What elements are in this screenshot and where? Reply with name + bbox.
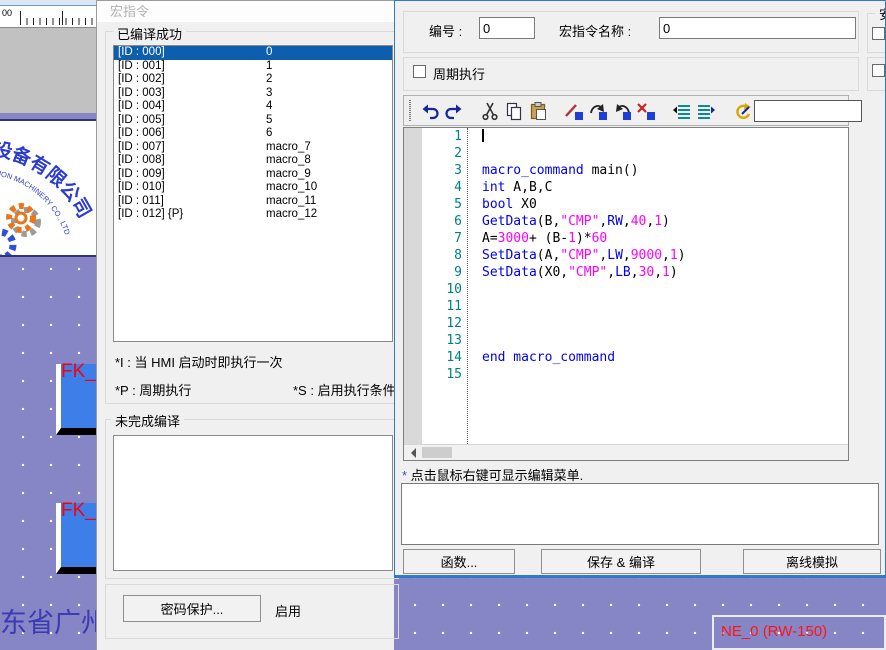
paste-icon[interactable] <box>526 100 550 122</box>
macro-list-item[interactable]: [ID : 001]1 <box>114 60 392 74</box>
macro-id-label: 编号 : <box>429 21 462 40</box>
macro-wizard-icon[interactable] <box>730 100 754 122</box>
toggle-bookmark-icon[interactable] <box>562 100 586 122</box>
macro-list-item[interactable]: [ID : 000]0 <box>114 46 392 60</box>
macro-list-item[interactable]: [ID : 010]macro_10 <box>114 181 392 195</box>
indent-icon[interactable] <box>694 100 718 122</box>
note-condition: *S : 启用执行条件 <box>293 380 396 399</box>
ruler-label: 00 <box>2 8 12 18</box>
ruler-ticks <box>20 18 96 25</box>
security-checkbox-2[interactable] <box>872 64 885 77</box>
failed-macro-list[interactable] <box>113 435 393 571</box>
code-line: 11 <box>404 298 848 315</box>
macro-editor-dialog: 编号 : 宏指令名称 : 安 周期执行 <box>394 0 886 578</box>
code-line: 3macro_command main() <box>404 162 848 179</box>
macro-list-item[interactable]: [ID : 005]5 <box>114 114 392 128</box>
code-line: 15 <box>404 366 848 383</box>
macro-name-input[interactable] <box>659 17 856 39</box>
macro-list-item[interactable]: [ID : 007]macro_7 <box>114 141 392 155</box>
scroll-left-arrow[interactable] <box>404 445 421 460</box>
code-line: 6GetData(B,"CMP",RW,40,1) <box>404 213 848 230</box>
scrollbar-thumb[interactable] <box>422 447 452 458</box>
numeric-object-ne0[interactable]: NE_0 (RW-150) <box>712 615 886 650</box>
toolbar-search-input[interactable] <box>754 100 862 122</box>
right-click-hint: * 点击鼠标右键可显示编辑菜单. <box>402 465 583 484</box>
clear-bookmarks-icon[interactable] <box>634 100 658 122</box>
canvas-outside-area <box>0 28 96 113</box>
code-line: 1 <box>404 128 848 145</box>
macro-list-dialog: 宏指令 已编译成功 [ID : 000]0[ID : 001]1[ID : 00… <box>96 0 394 650</box>
macro-list-item[interactable]: [ID : 009]macro_9 <box>114 168 392 182</box>
ruler-major-tick <box>20 11 21 25</box>
macro-list-item[interactable]: [ID : 004]4 <box>114 100 392 114</box>
undo-icon[interactable] <box>418 100 442 122</box>
screen: 00 设备有限公司 TION MACHINERY CO., LTD <box>0 0 886 650</box>
code-line: 10 <box>404 281 848 298</box>
note-periodic: *P : 周期执行 <box>115 380 191 399</box>
editor-toolbar <box>403 95 849 126</box>
ruler-major-tick <box>62 11 63 25</box>
macro-id-input[interactable] <box>479 17 535 39</box>
cut-icon[interactable] <box>478 100 502 122</box>
company-logo-object[interactable]: 设备有限公司 TION MACHINERY CO., LTD <box>0 119 96 257</box>
code-line: 7A=3000+ (B-1)*60 <box>404 230 848 247</box>
security-checkbox[interactable] <box>872 27 885 40</box>
failed-group-label: 未完成编译 <box>111 411 184 430</box>
compiled-group-label: 已编译成功 <box>113 24 186 43</box>
password-status: 启用 <box>275 601 301 620</box>
code-line: 12 <box>404 315 848 332</box>
code-line: 4int A,B,C <box>404 179 848 196</box>
copy-icon[interactable] <box>502 100 526 122</box>
macro-name-label: 宏指令名称 : <box>559 21 631 40</box>
macro-list-item[interactable]: [ID : 002]2 <box>114 73 392 87</box>
compiled-macro-list[interactable]: [ID : 000]0[ID : 001]1[ID : 002]2[ID : 0… <box>113 45 393 342</box>
code-line: 13 <box>404 332 848 349</box>
horizontal-scrollbar[interactable] <box>404 444 848 460</box>
periodic-checkbox-label: 周期执行 <box>433 64 485 83</box>
security-group-label: 安 <box>875 4 886 23</box>
offline-simulation-button[interactable]: 离线模拟 <box>743 549 881 574</box>
note-startup: *I : 当 HMI 启动时即执行一次 <box>115 352 283 371</box>
canvas-text-object[interactable]: 东省广州 <box>0 601 108 640</box>
functions-button[interactable]: 函数... <box>403 549 515 574</box>
code-line: 2 <box>404 145 848 162</box>
code-line: 14end macro_command <box>404 349 848 366</box>
macro-list-item[interactable]: [ID : 003]3 <box>114 87 392 101</box>
redo-icon[interactable] <box>442 100 466 122</box>
code-line: 5bool X0 <box>404 196 848 213</box>
macro-list-item[interactable]: [ID : 012] {P}macro_12 <box>114 208 392 222</box>
compile-message-box[interactable] <box>401 483 879 545</box>
previous-bookmark-icon[interactable] <box>610 100 634 122</box>
password-protect-button[interactable]: 密码保护... <box>123 595 261 622</box>
function-key-object-fk2[interactable]: FK_2 <box>56 503 97 574</box>
macro-list-item[interactable]: [ID : 006]6 <box>114 127 392 141</box>
save-compile-button[interactable]: 保存 & 编译 <box>541 549 701 574</box>
text-caret <box>482 129 484 142</box>
periodic-checkbox[interactable] <box>413 65 426 78</box>
macro-list-item[interactable]: [ID : 011]macro_11 <box>114 195 392 209</box>
next-bookmark-icon[interactable] <box>586 100 610 122</box>
object-label: NE_0 (RW-150) <box>721 623 827 640</box>
company-logo-image: 设备有限公司 TION MACHINERY CO., LTD <box>0 121 96 255</box>
code-area[interactable]: 123macro_command main()4int A,B,C5bool X… <box>404 128 848 444</box>
code-editor[interactable]: 123macro_command main()4int A,B,C5bool X… <box>403 127 849 461</box>
horizontal-ruler: 00 <box>0 6 96 28</box>
macro-list-item[interactable]: [ID : 008]macro_8 <box>114 154 392 168</box>
dialog-title: 宏指令 <box>97 1 394 22</box>
function-key-object-fk0[interactable]: FK_0 <box>56 364 97 435</box>
toolbar-drag-handle[interactable] <box>409 100 411 121</box>
code-line: 9SetData(X0,"CMP",LB,30,1) <box>404 264 848 281</box>
outdent-icon[interactable] <box>670 100 694 122</box>
code-line: 8SetData(A,"CMP",LW,9000,1) <box>404 247 848 264</box>
